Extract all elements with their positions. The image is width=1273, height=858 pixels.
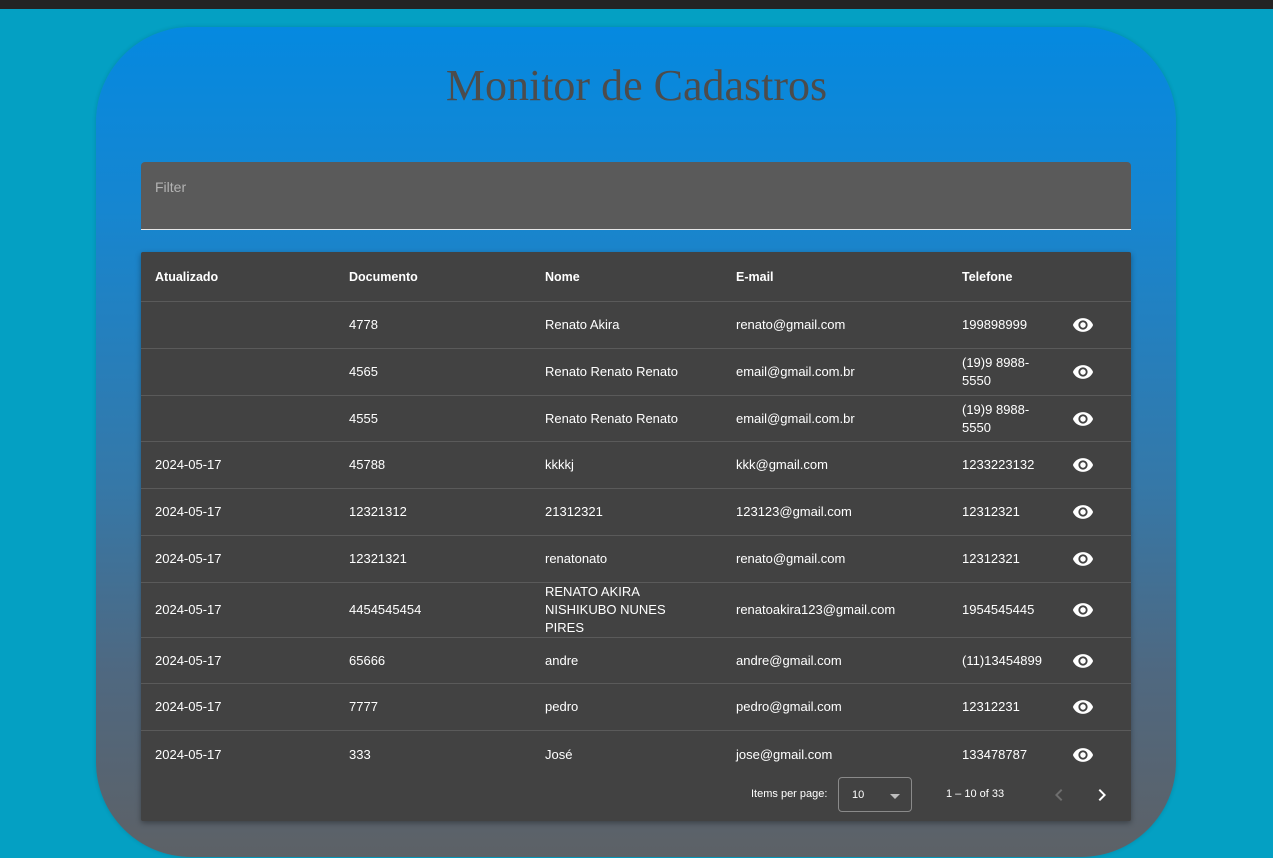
eye-icon[interactable] <box>1072 501 1094 523</box>
table-row[interactable]: 2024-05-17 7777 pedro pedro@gmail.com 123122… <box>141 683 1131 731</box>
cell-actions <box>1070 348 1131 396</box>
eye-icon[interactable] <box>1072 314 1094 336</box>
cell-nome: Renato Renato Renato <box>531 348 722 396</box>
page-title: Monitor de Cadastros <box>445 61 828 110</box>
page-size-select[interactable]: 10 <box>838 777 912 812</box>
cell-email: email@gmail.com.br <box>722 395 948 442</box>
cell-documento: 4454545454 <box>335 582 531 638</box>
column-header-actions <box>1070 252 1131 302</box>
cell-atualizado: 2024-05-17 <box>141 488 335 536</box>
cell-documento: 4778 <box>335 301 531 349</box>
table-row[interactable]: 4778 Renato Akira renato@gmail.com 19989899… <box>141 301 1131 349</box>
paginator: Items per page: 10 1 – 10 of 33 <box>141 769 1131 821</box>
cell-actions <box>1070 395 1131 442</box>
cell-documento: 4565 <box>335 348 531 396</box>
cell-email: pedro@gmail.com <box>722 683 948 731</box>
cell-nome: Renato Akira <box>531 301 722 349</box>
cell-nome: RENATO AKIRA NISHIKUBO NUNES PIRES <box>531 582 722 638</box>
filter-label: Filter <box>155 179 187 195</box>
cell-nome: renatonato <box>531 535 722 583</box>
cell-telefone: 1233223132 <box>948 441 1070 489</box>
eye-icon[interactable] <box>1072 361 1094 383</box>
cell-email: kkk@gmail.com <box>722 441 948 489</box>
cell-telefone: 1954545445 <box>948 582 1070 638</box>
table-row[interactable]: 2024-05-17 4454545454 RENATO AKIRA NISHIKU… <box>141 582 1131 638</box>
eye-icon[interactable] <box>1072 454 1094 476</box>
cell-atualizado: 2024-05-17 <box>141 637 335 684</box>
table-row[interactable]: 4565 Renato Renato Renato email@gmail.com.… <box>141 348 1131 396</box>
cell-actions <box>1070 683 1131 731</box>
cell-telefone: (19)9 8988-5550 <box>948 395 1070 442</box>
filter-field[interactable]: Filter <box>141 162 1131 230</box>
cell-atualizado <box>141 301 335 349</box>
cell-atualizado: 2024-05-17 <box>141 535 335 583</box>
cell-actions <box>1070 637 1131 684</box>
eye-icon[interactable] <box>1072 744 1094 766</box>
cell-atualizado: 2024-05-17 <box>141 683 335 731</box>
cell-documento: 45788 <box>335 441 531 489</box>
cell-telefone: (11)13454899 <box>948 637 1070 684</box>
eye-icon[interactable] <box>1072 548 1094 570</box>
cell-actions <box>1070 441 1131 489</box>
dropdown-arrow-icon <box>890 794 900 799</box>
cell-documento: 7777 <box>335 683 531 731</box>
cell-documento: 4555 <box>335 395 531 442</box>
cell-actions <box>1070 535 1131 583</box>
table-header-row: Atualizado Documento Nome E-mail Telefon… <box>141 252 1131 302</box>
chevron-left-icon[interactable] <box>1047 783 1071 807</box>
cell-atualizado: 2024-05-17 <box>141 582 335 638</box>
cell-telefone: 199898999 <box>948 301 1070 349</box>
eye-icon[interactable] <box>1072 696 1094 718</box>
cell-documento: 12321321 <box>335 535 531 583</box>
cell-telefone: 12312321 <box>948 488 1070 536</box>
table-row[interactable]: 2024-05-17 45788 kkkkj kkk@gmail.com 1233223… <box>141 441 1131 489</box>
cell-atualizado: 2024-05-17 <box>141 441 335 489</box>
cell-atualizado <box>141 348 335 396</box>
cell-email: 123123@gmail.com <box>722 488 948 536</box>
page-size-value: 10 <box>852 789 865 801</box>
cell-nome: kkkkj <box>531 441 722 489</box>
table-row[interactable]: 2024-05-17 12321321 renatonato renato@gmail… <box>141 535 1131 583</box>
cell-nome: pedro <box>531 683 722 731</box>
cell-actions <box>1070 301 1131 349</box>
eye-icon[interactable] <box>1072 650 1094 672</box>
cell-nome: andre <box>531 637 722 684</box>
table-row[interactable]: 2024-05-17 12321312 21312321 123123@gmail.c… <box>141 488 1131 536</box>
page-range-label: 1 – 10 of 33 <box>946 788 1005 800</box>
items-per-page-label: Items per page: <box>751 788 828 800</box>
cell-nome: 21312321 <box>531 488 722 536</box>
column-header-nome[interactable]: Nome <box>531 252 722 302</box>
cell-atualizado <box>141 395 335 442</box>
cell-telefone: 12312231 <box>948 683 1070 731</box>
cell-email: renatoakira123@gmail.com <box>722 582 948 638</box>
cell-email: renato@gmail.com <box>722 535 948 583</box>
column-header-email[interactable]: E-mail <box>722 252 948 302</box>
filter-input[interactable] <box>155 198 1115 222</box>
cell-documento: 65666 <box>335 637 531 684</box>
cell-documento: 12321312 <box>335 488 531 536</box>
column-header-atualizado[interactable]: Atualizado <box>141 252 335 302</box>
cell-email: andre@gmail.com <box>722 637 948 684</box>
cell-telefone: (19)9 8988-5550 <box>948 348 1070 396</box>
column-header-documento[interactable]: Documento <box>335 252 531 302</box>
chevron-right-icon[interactable] <box>1090 783 1114 807</box>
eye-icon[interactable] <box>1072 599 1094 621</box>
table-row[interactable]: 4555 Renato Renato Renato email@gmail.com.… <box>141 395 1131 442</box>
table-row[interactable]: 2024-05-17 65666 andre andre@gmail.com (11)1… <box>141 637 1131 684</box>
cell-telefone: 12312321 <box>948 535 1070 583</box>
cell-actions <box>1070 488 1131 536</box>
top-bar <box>0 0 1273 9</box>
cell-nome: Renato Renato Renato <box>531 395 722 442</box>
records-table-card: Atualizado Documento Nome E-mail Telefon… <box>141 252 1131 821</box>
eye-icon[interactable] <box>1072 408 1094 430</box>
cell-email: renato@gmail.com <box>722 301 948 349</box>
column-header-telefone[interactable]: Telefone <box>948 252 1070 302</box>
records-table: Atualizado Documento Nome E-mail Telefon… <box>141 252 1131 779</box>
cell-actions <box>1070 582 1131 638</box>
cell-email: email@gmail.com.br <box>722 348 948 396</box>
